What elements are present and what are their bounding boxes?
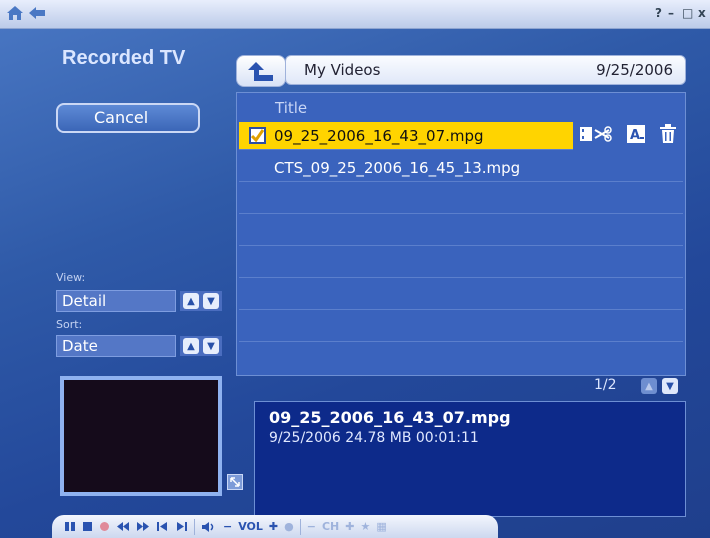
channel-label: CH — [321, 520, 340, 533]
channel-up-icon[interactable]: ✚ — [345, 520, 354, 533]
page-title: Recorded TV — [62, 47, 186, 69]
delete-icon[interactable] — [659, 124, 677, 148]
list-item-empty — [239, 218, 683, 246]
sort-down-button[interactable]: ▼ — [203, 338, 219, 354]
maximize-button[interactable]: □ — [682, 6, 693, 20]
details-meta: 9/25/2006 24.78 MB 00:01:11 — [269, 430, 479, 446]
list-item-empty — [239, 186, 683, 214]
details-filename: 09_25_2006_16_43_07.mpg — [269, 408, 511, 427]
list-item-label: 09_25_2006_16_43_07.mpg — [274, 127, 484, 145]
fast-forward-icon[interactable] — [136, 521, 150, 532]
view-stepper: ▲ ▼ — [180, 291, 222, 311]
file-list: Title 09_25_2006_16_43_07.mpg A CTS_09_2… — [236, 92, 686, 376]
chevron-down-icon: ▼ — [666, 380, 674, 392]
divider — [299, 518, 301, 535]
video-preview[interactable] — [60, 376, 222, 496]
back-arrow-icon[interactable] — [26, 3, 48, 23]
folder-name: My Videos — [304, 61, 381, 79]
volume-down-icon[interactable]: − — [223, 520, 232, 533]
row-actions: A — [573, 122, 683, 150]
stop-icon[interactable] — [82, 521, 93, 532]
folder-up-icon — [248, 62, 273, 81]
sort-up-button[interactable]: ▲ — [183, 338, 199, 354]
list-item-empty — [239, 346, 683, 374]
view-select[interactable]: Detail — [56, 290, 176, 312]
list-item[interactable]: CTS_09_25_2006_16_45_13.mpg — [239, 154, 683, 182]
sort-stepper: ▲ ▼ — [180, 336, 222, 356]
sort-label: Sort: — [56, 318, 83, 331]
list-item[interactable]: 09_25_2006_16_43_07.mpg A — [239, 122, 683, 150]
view-label: View: — [56, 271, 86, 284]
title-bar: ? – □ x — [0, 0, 710, 29]
mute-icon[interactable] — [201, 521, 217, 533]
breadcrumb: My Videos 9/25/2006 — [285, 55, 686, 85]
details-panel: 09_25_2006_16_43_07.mpg 9/25/2006 24.78 … — [254, 401, 686, 517]
view-down-button[interactable]: ▼ — [203, 293, 219, 309]
close-button[interactable]: x — [698, 6, 706, 20]
home-icon[interactable] — [4, 3, 26, 23]
list-item-empty — [239, 314, 683, 342]
transport-bar: − VOL ✚ ● − CH ✚ ★ ▦ — [52, 515, 498, 538]
checkbox-checked-icon[interactable] — [249, 127, 266, 144]
folder-date: 9/25/2006 — [596, 61, 673, 79]
skip-forward-icon[interactable] — [175, 521, 188, 532]
svg-text:A: A — [630, 128, 640, 143]
record-icon[interactable] — [99, 521, 110, 532]
edit-video-icon[interactable] — [579, 124, 613, 148]
channel-down-icon[interactable]: − — [307, 520, 316, 533]
volume-up-icon[interactable]: ✚ — [269, 520, 278, 533]
cancel-button[interactable]: Cancel — [56, 103, 200, 133]
page-up-button[interactable]: ▲ — [641, 378, 657, 394]
skip-back-icon[interactable] — [156, 521, 169, 532]
expand-icon — [230, 477, 240, 487]
page-indicator: 1/2 — [594, 377, 617, 393]
sort-select[interactable]: Date — [56, 335, 176, 357]
list-item-empty — [239, 282, 683, 310]
pause-icon[interactable] — [64, 521, 76, 532]
view-up-button[interactable]: ▲ — [183, 293, 199, 309]
guide-icon[interactable]: ▦ — [376, 520, 386, 533]
list-item-empty — [239, 250, 683, 278]
folder-up-button[interactable] — [236, 55, 286, 87]
chevron-up-icon: ▲ — [645, 380, 653, 392]
divider — [194, 518, 195, 535]
help-icon[interactable]: ? — [655, 6, 662, 20]
fullscreen-button[interactable] — [227, 474, 243, 490]
list-item-label: CTS_09_25_2006_16_45_13.mpg — [274, 159, 521, 177]
rewind-icon[interactable] — [116, 521, 130, 532]
rename-icon[interactable]: A — [626, 124, 646, 148]
page-down-button[interactable]: ▼ — [662, 378, 678, 394]
favorite-icon[interactable]: ★ — [360, 520, 370, 533]
volume-label: VOL — [238, 520, 263, 533]
minimize-button[interactable]: – — [668, 6, 674, 20]
column-header-title[interactable]: Title — [275, 99, 307, 117]
dvd-icon[interactable]: ● — [284, 520, 294, 533]
